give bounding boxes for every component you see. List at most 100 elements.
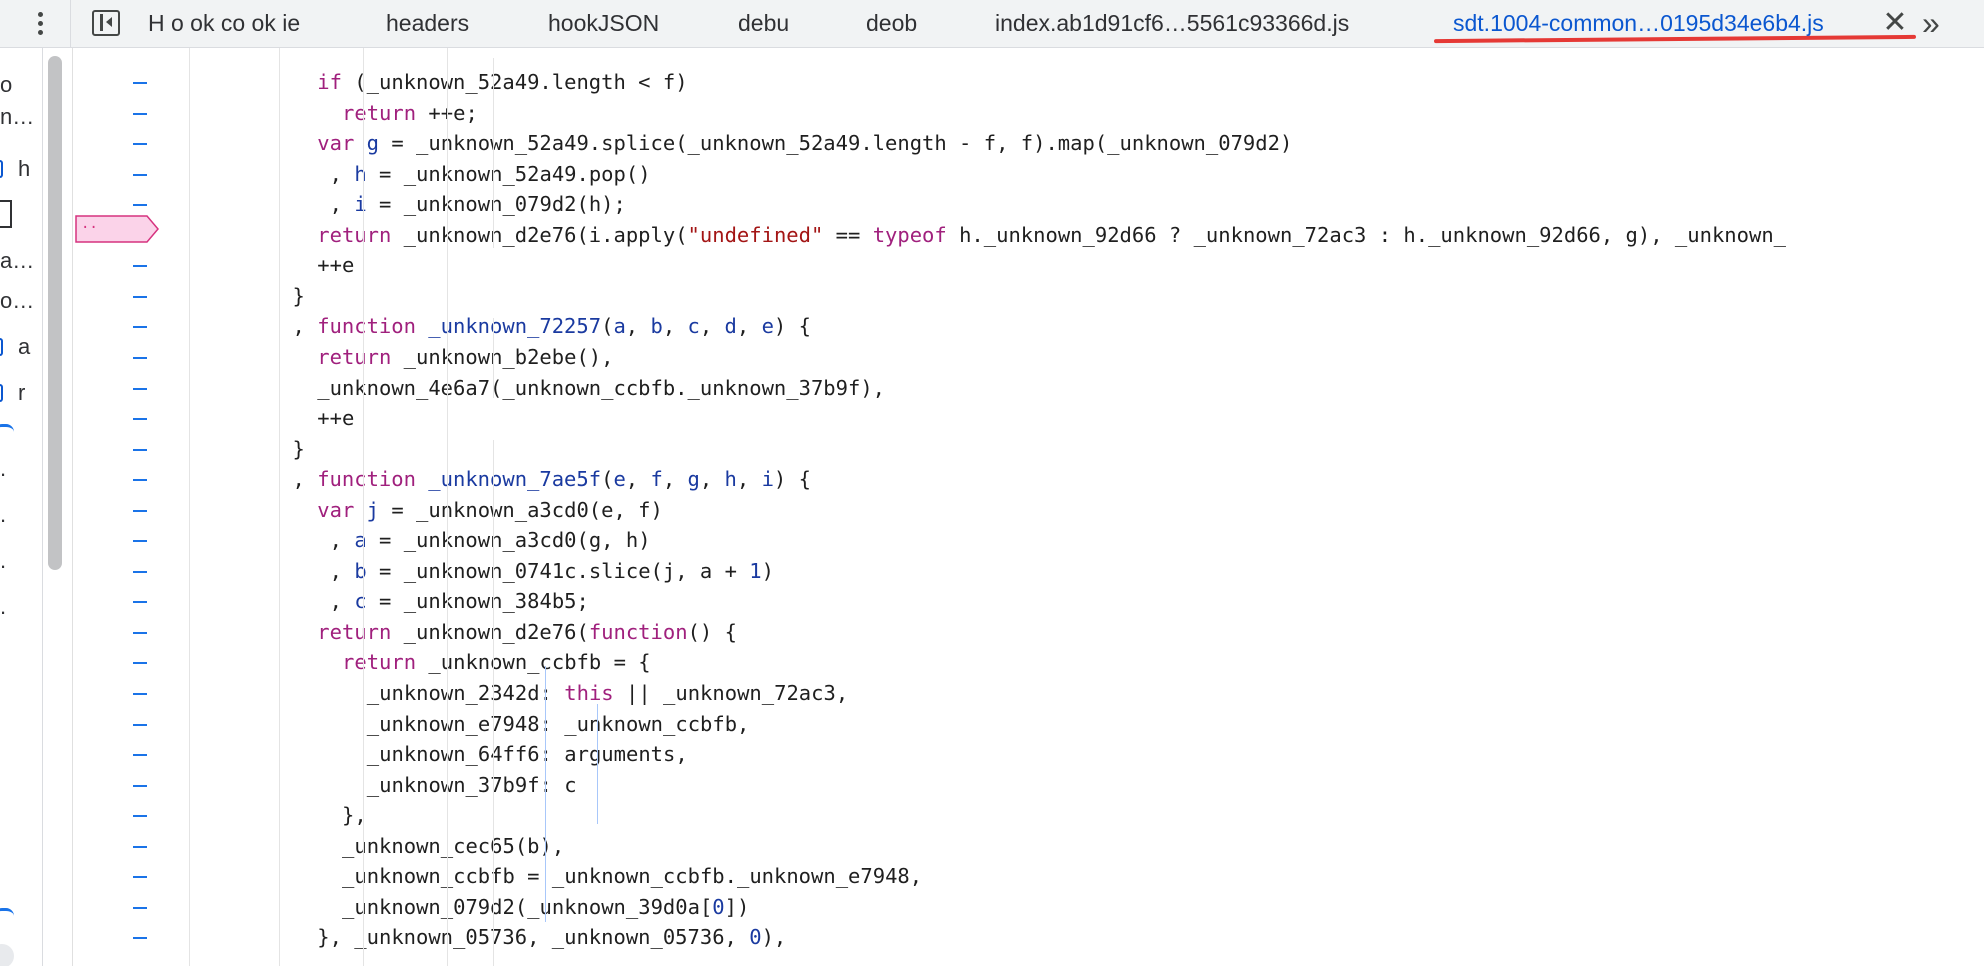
more-options-icon[interactable] [26,8,54,38]
code-line: , function _unknown_7ae5f(e, f, g, h, i)… [293,464,811,494]
code-token: if [317,70,342,94]
code-line: _unknown_2342d: this || _unknown_72ac3, [367,678,848,708]
code-token: j [366,497,379,522]
code-token: a [613,314,626,339]
code-token: ]) [724,894,750,919]
code-token: , [292,314,318,339]
code-token: = _unknown_079d2(h); [366,192,626,217]
tab-bar-separator [70,0,71,48]
code-token: g [366,131,379,156]
code-token: ) { [773,314,811,339]
navigator-item[interactable]: . [0,592,32,622]
code-token: , [329,558,355,583]
code-token: i [354,192,367,217]
folder-bracket-icon [0,200,12,228]
code-line: _unknown_e7948: _unknown_ccbfb, [367,709,750,739]
tab-debu[interactable]: debu [738,0,789,46]
toggle-navigator-icon[interactable] [92,10,120,36]
code-token: b [354,558,367,583]
tab-hookjson[interactable]: hookJSON [548,0,659,46]
code-token: var [317,131,355,156]
code-token: } [292,436,305,461]
code-line: } [293,281,305,311]
code-token: , [625,467,651,492]
code-token: ++e [317,253,355,278]
code-token: "undefined" [687,222,824,247]
tab-deob[interactable]: deob [866,0,917,46]
code-token: _unknown_4e6a7(_unknown_ccbfb._unknown_3… [317,375,885,400]
checkbox-icon[interactable] [0,384,3,402]
code-token: _unknown_2342d: [366,681,565,705]
code-line: , a = _unknown_a3cd0(g, h) [330,525,651,555]
code-token: ++e [317,406,355,431]
navigator-item[interactable]: . [0,454,32,484]
navigator-scrollbar[interactable] [48,56,62,570]
code-token: _unknown_64ff6: arguments, [366,742,688,767]
code-token: _unknown_d2e76( [391,619,589,644]
avatar [0,944,14,966]
tab-headers[interactable]: headers [386,0,469,46]
code-line: var j = _unknown_a3cd0(e, f) [317,495,663,525]
navigator-item[interactable]: h [18,154,42,184]
navigator-item[interactable]: n… [0,102,34,132]
code-token: typeof [872,222,947,247]
code-token: 0 [712,894,725,919]
code-token: , [329,161,355,186]
code-token: return [317,344,392,369]
code-token: i [761,467,774,492]
code-token: = _unknown_a3cd0(e, f) [378,497,663,522]
indent-guide [363,48,364,966]
code-token: 1 [749,558,762,583]
navigator-item[interactable]: . [0,546,32,576]
code-line: , b = _unknown_0741c.slice(j, a + 1) [330,556,774,586]
code-token: return [342,100,417,125]
code-line: , c = _unknown_384b5; [330,586,589,616]
navigator-item[interactable]: a [18,332,42,362]
code-token: function [317,467,416,492]
code-token: = _unknown_384b5; [366,589,589,614]
code-token: _unknown_ccbfb = { [416,650,651,675]
indent-guide [447,48,448,966]
checkbox-icon[interactable] [0,160,3,178]
code-token: == [823,222,873,247]
code-token: , [662,467,688,492]
code-token: , [625,314,651,339]
code-line: return _unknown_d2e76(i.apply("undefined… [317,220,1786,250]
close-tab-icon[interactable]: ✕ [1880,8,1910,38]
code-line: _unknown_cec65(b), [342,831,564,861]
code-token: d [724,314,737,339]
code-token: = _unknown_0741c.slice(j, a + [366,558,750,583]
source-code[interactable]: if (_unknown_52a49.length < f) return ++e… [73,48,1984,966]
indent-guide [279,48,280,966]
code-line: _unknown_ccbfb = _unknown_ccbfb._unknown… [342,861,922,891]
code-token: _unknown_079d2(_unknown_39d0a[ [342,894,713,919]
tab-index-js[interactable]: index.ab1d91cf6…5561c93366d.js [995,0,1349,46]
code-token: return [317,222,392,247]
checkbox-icon[interactable] [0,338,3,356]
code-line: var g = _unknown_52a49.splice(_unknown_5… [317,128,1292,158]
navigator-item[interactable]: r [18,378,42,408]
code-line: return _unknown_b2ebe(), [317,342,613,372]
navigator-item[interactable]: . [0,500,32,530]
file-navigator-panel: o n… h a… o… a r . . . . [0,48,42,966]
indent-guide [493,58,494,248]
tab-hook-cookie[interactable]: H o ok co ok ie [148,0,300,46]
code-token: }, _unknown_05736, _unknown_05736, [317,925,750,950]
more-tabs-icon[interactable]: » [1922,4,1952,42]
code-token: h [724,467,737,492]
navigator-item[interactable]: o… [0,286,34,316]
navigator-item[interactable]: o [0,70,32,100]
navigator-item[interactable]: a… [0,246,34,276]
code-token: _unknown_d2e76(i.apply( [391,222,688,247]
code-token: ( [601,467,614,492]
code-token: return [342,650,417,675]
code-editor[interactable]: ·· if (_unknown_52a49.length < f) return … [73,48,1984,966]
code-token: , [736,314,762,339]
folder-open-icon [0,908,14,916]
code-token: e [761,314,774,339]
code-token: c [354,589,367,614]
